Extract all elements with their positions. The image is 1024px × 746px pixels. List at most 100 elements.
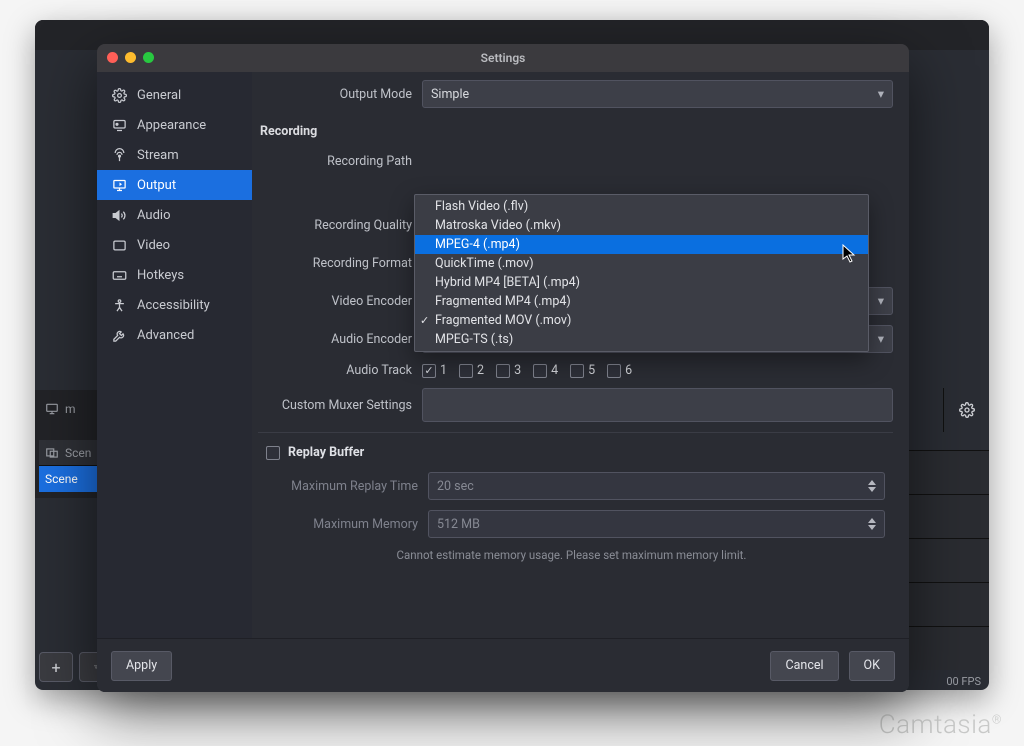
chevron-down-icon: ▾: [878, 86, 884, 102]
replay-time-value: 20 sec: [437, 479, 474, 494]
replay-buffer-title: Replay Buffer: [288, 445, 364, 460]
cancel-button[interactable]: Cancel: [770, 651, 838, 681]
format-option-fragmented-mov[interactable]: ✓Fragmented MOV (.mov): [415, 311, 868, 330]
settings-gear-cell[interactable]: [943, 388, 989, 432]
sidebar-item-output[interactable]: Output: [97, 170, 252, 200]
fps-readout: 00 FPS: [946, 675, 981, 688]
recording-quality-label: Recording Quality: [252, 218, 422, 233]
video-icon: [111, 237, 127, 253]
audio-encoder-label: Audio Encoder: [252, 332, 422, 347]
chevron-down-icon: ▾: [878, 331, 884, 347]
scenes-header-text: Scen: [65, 446, 91, 460]
audio-track-row: Audio Track 1 2 3 4 5 6: [252, 363, 893, 378]
chevron-down-icon: ▾: [878, 293, 884, 309]
sidebar-item-label: Stream: [137, 148, 179, 163]
sidebar-item-general[interactable]: General: [97, 80, 252, 110]
watermark: Camtasia®: [879, 709, 1002, 740]
sidebar-item-label: Output: [137, 178, 176, 193]
sidebar-item-advanced[interactable]: Advanced: [97, 320, 252, 350]
replay-memory-input[interactable]: 512 MB: [428, 510, 885, 538]
close-window-button[interactable]: [107, 52, 118, 63]
stepper-icon[interactable]: [868, 518, 876, 530]
sidebar-item-stream[interactable]: Stream: [97, 140, 252, 170]
format-option-hybrid-mp4[interactable]: Hybrid MP4 [BETA] (.mp4): [415, 273, 868, 292]
check-icon: ✓: [420, 314, 429, 327]
recording-format-dropdown: Flash Video (.flv) Matroska Video (.mkv)…: [414, 194, 869, 352]
muxer-input[interactable]: [422, 388, 893, 422]
background-right-panel: 00 FPS: [899, 50, 989, 690]
format-option-mkv[interactable]: Matroska Video (.mkv): [415, 216, 868, 235]
sidebar-item-video[interactable]: Video: [97, 230, 252, 260]
accessibility-icon: [111, 297, 127, 313]
output-mode-value: Simple: [431, 87, 469, 102]
output-icon: [111, 177, 127, 193]
scenes-icon: [45, 446, 59, 460]
sidebar-item-appearance[interactable]: Appearance: [97, 110, 252, 140]
video-encoder-label: Video Encoder: [252, 294, 422, 309]
replay-memory-label: Maximum Memory: [258, 517, 428, 532]
replay-time-label: Maximum Replay Time: [258, 479, 428, 494]
muxer-label: Custom Muxer Settings: [252, 398, 422, 413]
format-option-flv[interactable]: Flash Video (.flv): [415, 197, 868, 216]
gear-icon: [959, 402, 975, 418]
replay-memory-message: Cannot estimate memory usage. Please set…: [258, 548, 885, 562]
output-mode-row: Output Mode Simple ▾: [252, 80, 893, 108]
monitor-icon: [45, 402, 59, 416]
sidebar-item-label: Audio: [137, 208, 170, 223]
replay-time-row: Maximum Replay Time 20 sec: [258, 472, 885, 500]
settings-main: Output Mode Simple ▾ Recording Recording…: [252, 72, 909, 638]
sidebar-item-label: Accessibility: [137, 298, 210, 313]
advanced-icon: [111, 327, 127, 343]
sidebar-item-label: Video: [137, 238, 170, 253]
replay-buffer-section: Replay Buffer Maximum Replay Time 20 sec…: [258, 432, 893, 572]
output-mode-select[interactable]: Simple ▾: [422, 80, 893, 108]
audio-track-4-checkbox[interactable]: 4: [533, 363, 558, 378]
sidebar-item-accessibility[interactable]: Accessibility: [97, 290, 252, 320]
hotkeys-icon: [111, 267, 127, 283]
sidebar-item-label: Appearance: [137, 118, 206, 133]
titlebar: Settings: [97, 44, 909, 72]
zoom-window-button[interactable]: [143, 52, 154, 63]
output-mode-label: Output Mode: [252, 87, 422, 102]
sidebar-item-label: Advanced: [137, 328, 194, 343]
sidebar-item-label: General: [137, 88, 181, 103]
apply-button[interactable]: Apply: [111, 651, 172, 681]
recording-format-label: Recording Format: [252, 256, 422, 271]
window-title: Settings: [481, 51, 526, 65]
monitor-row-text: m: [65, 402, 76, 416]
audio-track-label: Audio Track: [252, 363, 422, 378]
format-option-mp4[interactable]: MPEG-4 (.mp4): [415, 235, 868, 254]
sidebar-item-hotkeys[interactable]: Hotkeys: [97, 260, 252, 290]
sidebar-item-audio[interactable]: Audio: [97, 200, 252, 230]
gear-icon: [111, 87, 127, 103]
audio-track-1-checkbox[interactable]: 1: [422, 363, 447, 378]
recording-path-row: Recording Path: [252, 147, 893, 175]
format-option-mov[interactable]: QuickTime (.mov): [415, 254, 868, 273]
sidebar-item-label: Hotkeys: [137, 268, 184, 283]
audio-track-2-checkbox[interactable]: 2: [459, 363, 484, 378]
recording-section-title: Recording: [252, 118, 893, 147]
dialog-footer: Apply Cancel OK: [97, 638, 909, 692]
stepper-icon[interactable]: [868, 480, 876, 492]
audio-track-5-checkbox[interactable]: 5: [570, 363, 595, 378]
add-button[interactable]: +: [39, 652, 73, 682]
audio-track-3-checkbox[interactable]: 3: [496, 363, 521, 378]
replay-time-input[interactable]: 20 sec: [428, 472, 885, 500]
traffic-lights: [107, 52, 154, 63]
replay-memory-value: 512 MB: [437, 517, 480, 532]
minimize-window-button[interactable]: [125, 52, 136, 63]
stream-icon: [111, 147, 127, 163]
settings-dialog: Settings General Appearance Stream Outpu…: [97, 44, 909, 692]
recording-path-label: Recording Path: [252, 154, 422, 169]
appearance-icon: [111, 117, 127, 133]
ok-button[interactable]: OK: [849, 651, 895, 681]
muxer-row: Custom Muxer Settings: [252, 388, 893, 422]
replay-buffer-checkbox[interactable]: [266, 446, 280, 460]
replay-memory-row: Maximum Memory 512 MB: [258, 510, 885, 538]
audio-icon: [111, 207, 127, 223]
audio-track-6-checkbox[interactable]: 6: [607, 363, 632, 378]
scene-name: Scene: [45, 472, 78, 486]
format-option-fragmented-mp4[interactable]: Fragmented MP4 (.mp4): [415, 292, 868, 311]
background-right-blocks: [899, 450, 989, 670]
format-option-mpeg-ts[interactable]: MPEG-TS (.ts): [415, 330, 868, 349]
